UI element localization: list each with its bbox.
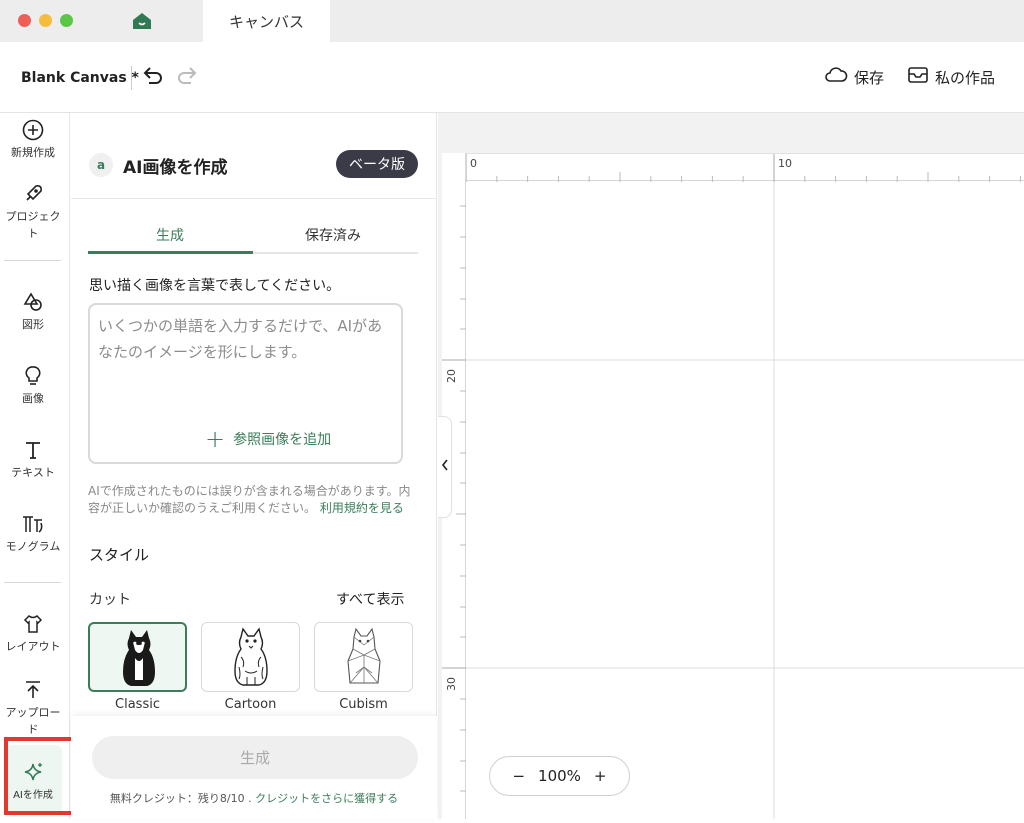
rail-item-label: テキスト: [11, 466, 55, 479]
style-heading: スタイル: [89, 546, 150, 564]
save-label: 保存: [854, 68, 885, 87]
ruler-label-30: 30: [445, 677, 458, 691]
rail-item-projects[interactable]: プロジェクト: [0, 183, 66, 242]
cat-cubism-image: [347, 627, 381, 684]
home-icon[interactable]: [131, 11, 153, 31]
minimize-window-button[interactable]: [39, 14, 52, 27]
credits-text: 無料クレジット：残り8/10 .: [109, 792, 256, 805]
rail-item-text[interactable]: テキスト: [0, 439, 66, 481]
upload-icon: [26, 681, 40, 698]
rail-item-label: アップロード: [5, 706, 61, 736]
panel-divider: [71, 198, 437, 199]
text-icon: [26, 442, 40, 459]
style-label-cubism: Cubism: [339, 697, 388, 712]
tab-active-indicator: [88, 251, 253, 254]
show-all-link[interactable]: すべて表示: [336, 589, 404, 609]
rail-item-label: プロジェクト: [5, 210, 61, 240]
close-window-button[interactable]: [18, 14, 31, 27]
canvas-grid: [466, 181, 1024, 819]
ruler-label-0: 0: [470, 157, 477, 170]
prompt-label: 思い描く画像を言葉で表してください。: [89, 278, 341, 294]
style-card-cartoon[interactable]: [201, 622, 300, 692]
rail-item-label: 新規作成: [11, 146, 55, 159]
rail-item-new[interactable]: 新規作成: [0, 119, 66, 161]
add-reference-label: 参照画像を追加: [233, 432, 332, 448]
monogram-icon: [23, 516, 43, 533]
ruler-label-20: 20: [445, 369, 458, 383]
rail-item-layout[interactable]: レイアウト: [0, 613, 66, 655]
rail-item-upload[interactable]: アップロード: [0, 679, 66, 738]
left-tool-rail: 新規作成 プロジェクト 図形 画像 テキスト モノグラム レイアウト アップロー…: [0, 113, 88, 819]
save-button[interactable]: 保存: [824, 66, 884, 88]
credits-info: 無料クレジット：残り8/10 . クレジットをさらに獲得する: [71, 790, 437, 806]
cat-cartoon-image: [234, 627, 268, 686]
style-card-classic[interactable]: [88, 622, 187, 692]
get-more-credits-link[interactable]: クレジットをさらに獲得する: [255, 792, 398, 805]
app-header: Blank Canvas * 保存 私の作品: [0, 42, 1024, 113]
beta-badge: ベータ版: [336, 150, 418, 178]
terms-link[interactable]: 利用規約を見る: [320, 501, 404, 515]
rail-item-ai-create-inner: AIを作成: [0, 761, 66, 804]
tab-saved[interactable]: 保存済み: [305, 225, 361, 245]
rail-item-label: モノグラム: [5, 540, 61, 553]
zoom-control: − 100% +: [489, 756, 630, 796]
ruler-horizontal: 0 10: [442, 153, 1024, 182]
window-titlebar: キャンバス: [0, 0, 1024, 42]
rail-item-label: 図形: [22, 318, 44, 331]
prompt-input[interactable]: [98, 313, 394, 413]
sparkle-icon: [24, 763, 42, 781]
style-label-cartoon: Cartoon: [224, 697, 277, 712]
zoom-in-button[interactable]: +: [594, 767, 607, 785]
rail-item-monogram[interactable]: モノグラム: [0, 513, 66, 555]
rail-item-shapes[interactable]: 図形: [0, 291, 66, 333]
rail-item-label: 画像: [22, 392, 44, 405]
chevron-left-icon: [441, 459, 449, 475]
my-works-button[interactable]: 私の作品: [907, 66, 995, 88]
ai-image-panel: a AI画像を作成 ベータ版 生成 保存済み 思い描く画像を言葉で表してください…: [71, 113, 437, 819]
plus-circle-icon: [22, 119, 44, 141]
cat-classic-image: [123, 630, 155, 686]
lightbulb-icon: [25, 366, 41, 385]
add-reference-image-button[interactable]: + 参照画像を追加: [205, 425, 332, 453]
shapes-icon: [23, 292, 42, 311]
cut-heading: カット: [89, 592, 131, 608]
inbox-icon: [907, 66, 929, 88]
undo-icon[interactable]: [142, 66, 164, 86]
shirt-icon: [23, 615, 43, 633]
ruler-label-10: 10: [778, 157, 792, 170]
generate-button[interactable]: 生成: [92, 736, 418, 779]
rail-item-label: レイアウト: [5, 640, 61, 653]
style-card-cubism[interactable]: [314, 622, 413, 692]
rail-item-images[interactable]: 画像: [0, 365, 66, 407]
collapse-panel-button[interactable]: [438, 416, 452, 518]
canvas-area: 0 10 20 30 − 100% +: [438, 113, 1024, 819]
rail-divider: [4, 582, 61, 583]
ai-badge-icon: a: [89, 153, 113, 177]
zoom-out-button[interactable]: −: [512, 767, 525, 785]
prompt-box: + 参照画像を追加: [88, 303, 403, 464]
maximize-window-button[interactable]: [60, 14, 73, 27]
rail-item-label: AIを作成: [13, 790, 53, 801]
my-works-label: 私の作品: [935, 68, 996, 87]
redo-icon[interactable]: [176, 66, 198, 86]
cloud-icon: [824, 66, 848, 88]
plus-icon: +: [205, 425, 226, 453]
document-title[interactable]: Blank Canvas *: [21, 70, 139, 86]
style-label-classic: Classic: [115, 697, 160, 712]
tab-generate[interactable]: 生成: [156, 225, 184, 245]
header-divider: [131, 66, 132, 90]
panel-title: AI画像を作成: [123, 158, 228, 178]
rail-divider: [4, 260, 61, 261]
tab-canvas[interactable]: キャンバス: [203, 0, 330, 42]
rocket-icon: [26, 185, 42, 201]
zoom-level: 100%: [538, 767, 581, 785]
ai-disclaimer: AIで作成されたものには誤りが含まれる場合があります。内容が正しいか確認のうえご…: [88, 483, 420, 517]
ruler-horizontal-ticks: [465, 154, 1021, 182]
artboard[interactable]: [466, 181, 1024, 819]
